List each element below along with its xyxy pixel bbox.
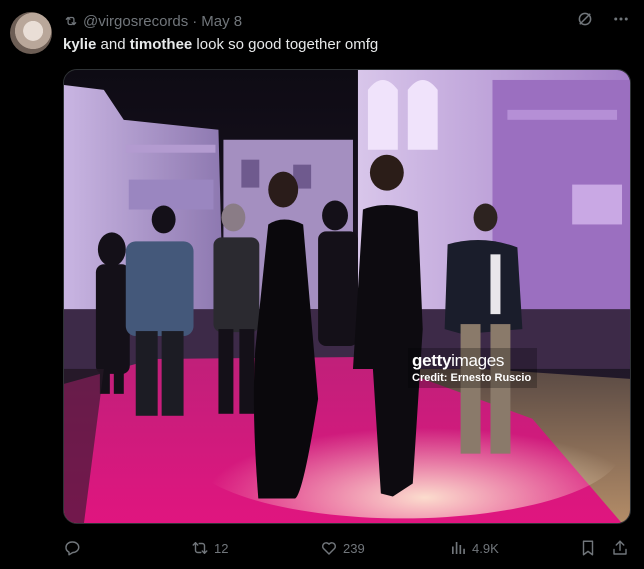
reply-button[interactable] bbox=[63, 539, 86, 557]
retweet-count: 12 bbox=[214, 540, 229, 556]
views-count: 4.9K bbox=[472, 540, 499, 556]
tweet-text-and: and bbox=[96, 36, 130, 53]
bookmark-button[interactable] bbox=[579, 539, 597, 557]
retweet-small-icon bbox=[65, 16, 77, 26]
bookmark-icon bbox=[582, 540, 594, 556]
share-button[interactable] bbox=[611, 539, 629, 557]
retweet-icon bbox=[192, 542, 208, 554]
event-photo bbox=[64, 70, 630, 523]
like-icon bbox=[322, 542, 336, 555]
retweet-button[interactable]: 12 bbox=[191, 539, 228, 557]
tweet-header: @virgosrecords · May 8 bbox=[63, 11, 624, 31]
more-icon[interactable] bbox=[612, 10, 630, 28]
getty-watermark: gettyimages Credit: Ernesto Ruscio bbox=[408, 348, 538, 388]
avatar[interactable] bbox=[10, 12, 52, 54]
watermark-brand-bold: getty bbox=[412, 351, 452, 370]
views-icon bbox=[452, 542, 465, 554]
like-button[interactable]: 239 bbox=[320, 539, 365, 557]
reply-icon bbox=[65, 541, 80, 556]
tweet-text-name1: kylie bbox=[63, 36, 97, 53]
tweet-text-name2: timothee bbox=[129, 36, 193, 53]
tweet-date[interactable]: May 8 bbox=[201, 13, 242, 30]
watermark-brand: gettyimages bbox=[412, 351, 531, 371]
user-handle[interactable]: @virgosrecords bbox=[83, 13, 188, 30]
views-button[interactable]: 4.9K bbox=[449, 539, 499, 557]
tweet-actions: 12 239 4.9K bbox=[63, 536, 636, 560]
watermark-credit: Credit: Ernesto Ruscio bbox=[412, 372, 532, 384]
grok-icon[interactable] bbox=[576, 10, 594, 28]
separator: · bbox=[192, 12, 198, 30]
tweet-text: kylie and timothee look so good together… bbox=[63, 36, 378, 53]
tweet-media[interactable]: gettyimages Credit: Ernesto Ruscio bbox=[63, 69, 631, 524]
share-icon bbox=[613, 540, 627, 555]
watermark-brand-light: images bbox=[451, 351, 505, 370]
tweet-text-rest: look so good together omfg bbox=[192, 36, 379, 53]
like-count: 239 bbox=[343, 540, 365, 556]
